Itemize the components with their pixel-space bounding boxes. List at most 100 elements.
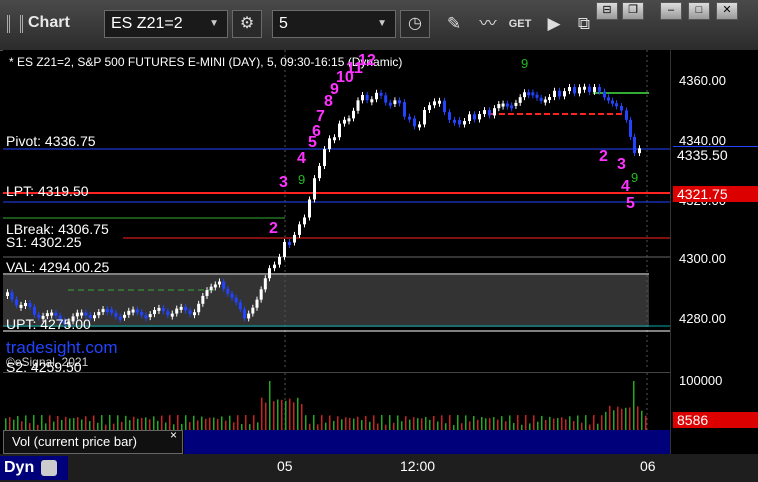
candle-body xyxy=(144,315,148,319)
volume-bar xyxy=(337,416,339,431)
candle-body xyxy=(379,92,383,96)
dyn-button[interactable]: Dyn xyxy=(0,456,68,480)
candle-body xyxy=(483,110,486,115)
volume-bar xyxy=(229,415,231,431)
x-axis-label: 05 xyxy=(277,458,293,474)
candle-body xyxy=(633,136,636,154)
pencil-icon[interactable]: ✎ xyxy=(440,10,468,38)
candle-body xyxy=(393,100,397,105)
price-axis[interactable]: 4360.00 4340.00 4320.00 4300.00 4280.00 … xyxy=(670,50,758,458)
gear-icon[interactable]: ⚙ xyxy=(232,10,262,38)
candle-body xyxy=(118,316,122,320)
pin-icon[interactable]: ⊟ xyxy=(596,2,618,20)
candle-body xyxy=(478,114,481,120)
candle-body xyxy=(535,94,539,98)
volume-bar xyxy=(613,410,615,431)
title-bar[interactable]: Chart ES Z21=2 ▼ ⚙ 5 ▼ ◷ ✎ 〰 GET ▶ ⧉ ⊟ ❐… xyxy=(0,0,758,51)
volume-bar xyxy=(605,411,607,431)
candle-body xyxy=(563,91,566,97)
setup-number: 3 xyxy=(279,174,288,191)
candle-body xyxy=(568,87,571,92)
candle-body xyxy=(583,86,586,90)
volume-bar xyxy=(629,407,631,431)
candle-body xyxy=(166,311,170,316)
candle-body xyxy=(33,306,36,315)
candle-body xyxy=(175,308,179,314)
candle-body xyxy=(413,118,416,127)
candle-body xyxy=(543,99,547,103)
volume-bar xyxy=(269,381,271,431)
volume-bar xyxy=(145,417,147,431)
candle-body xyxy=(230,293,234,298)
candle-body xyxy=(388,102,392,106)
volume-bar xyxy=(161,415,163,431)
volume-bar xyxy=(637,406,639,431)
dyn-label: Dyn xyxy=(4,459,35,476)
candle-body xyxy=(347,118,351,122)
candle-body xyxy=(263,278,267,290)
volume-bar xyxy=(177,415,179,431)
candle-body xyxy=(443,100,446,113)
setup-number: 4 xyxy=(297,150,306,167)
export-icon[interactable]: ⧉ xyxy=(570,10,598,38)
candle-body xyxy=(438,100,441,104)
candle-body xyxy=(338,123,341,138)
candle-body xyxy=(170,313,174,317)
volume-bar xyxy=(397,415,399,431)
candle-body xyxy=(184,306,188,311)
maximize-icon[interactable]: □ xyxy=(688,2,710,20)
volume-bar xyxy=(473,416,475,431)
price-tick: 4300.00 xyxy=(679,251,726,266)
candle-body xyxy=(179,306,183,310)
interval-combo[interactable]: 5 ▼ xyxy=(272,10,396,38)
window-title: Chart xyxy=(28,14,70,31)
candle-body xyxy=(573,87,576,94)
setup-number: 2 xyxy=(269,220,278,237)
volume-bar xyxy=(277,399,279,431)
volume-bar xyxy=(357,416,359,431)
candle-body xyxy=(514,102,518,106)
candle-body xyxy=(593,87,596,92)
minimize-icon[interactable]: – xyxy=(660,2,682,20)
candle-body xyxy=(114,312,118,317)
candle-body xyxy=(403,102,406,117)
volume-bar xyxy=(9,417,11,431)
clock-icon[interactable]: ◷ xyxy=(400,10,430,38)
candle-body xyxy=(255,299,259,308)
volume-bar xyxy=(221,416,223,431)
restore-icon[interactable]: ❐ xyxy=(622,2,644,20)
volume-bars xyxy=(5,381,647,431)
volume-bar xyxy=(533,415,535,431)
close-icon[interactable]: × xyxy=(170,428,177,442)
candle-body xyxy=(527,92,531,96)
candle-body xyxy=(588,86,591,92)
symbol-combo[interactable]: ES Z21=2 ▼ xyxy=(104,10,228,38)
candle-body xyxy=(615,103,618,107)
get-icon[interactable]: GET xyxy=(506,10,534,38)
volume-pane[interactable] xyxy=(3,372,670,431)
volume-bar xyxy=(389,415,391,431)
volume-bar xyxy=(273,401,275,431)
volume-bar xyxy=(85,416,87,431)
drag-handle-icon[interactable] xyxy=(7,15,23,33)
setup-number: 5 xyxy=(626,195,635,212)
volume-bar xyxy=(185,415,187,431)
chevron-down-icon: ▼ xyxy=(209,18,219,29)
price-tick: 4360.00 xyxy=(679,73,726,88)
volume-bar xyxy=(509,415,511,431)
volume-tab[interactable]: Vol (current price bar) xyxy=(3,430,183,454)
candle-body xyxy=(323,149,326,166)
candle-body xyxy=(226,288,230,294)
candle-body xyxy=(251,307,255,314)
line-chart-icon[interactable]: 〰 xyxy=(474,10,502,38)
candle-body xyxy=(259,289,263,300)
candle-body xyxy=(101,309,105,313)
candle-body xyxy=(375,92,378,100)
volume-bar xyxy=(285,400,287,431)
close-icon[interactable]: ✕ xyxy=(716,2,738,20)
volume-bar xyxy=(65,416,67,431)
candle-body xyxy=(468,114,471,122)
play-icon[interactable]: ▶ xyxy=(540,10,568,38)
price-plot[interactable]: * ES Z21=2, S&P 500 FUTURES E-MINI (DAY)… xyxy=(3,50,670,375)
candle-body xyxy=(283,242,286,257)
